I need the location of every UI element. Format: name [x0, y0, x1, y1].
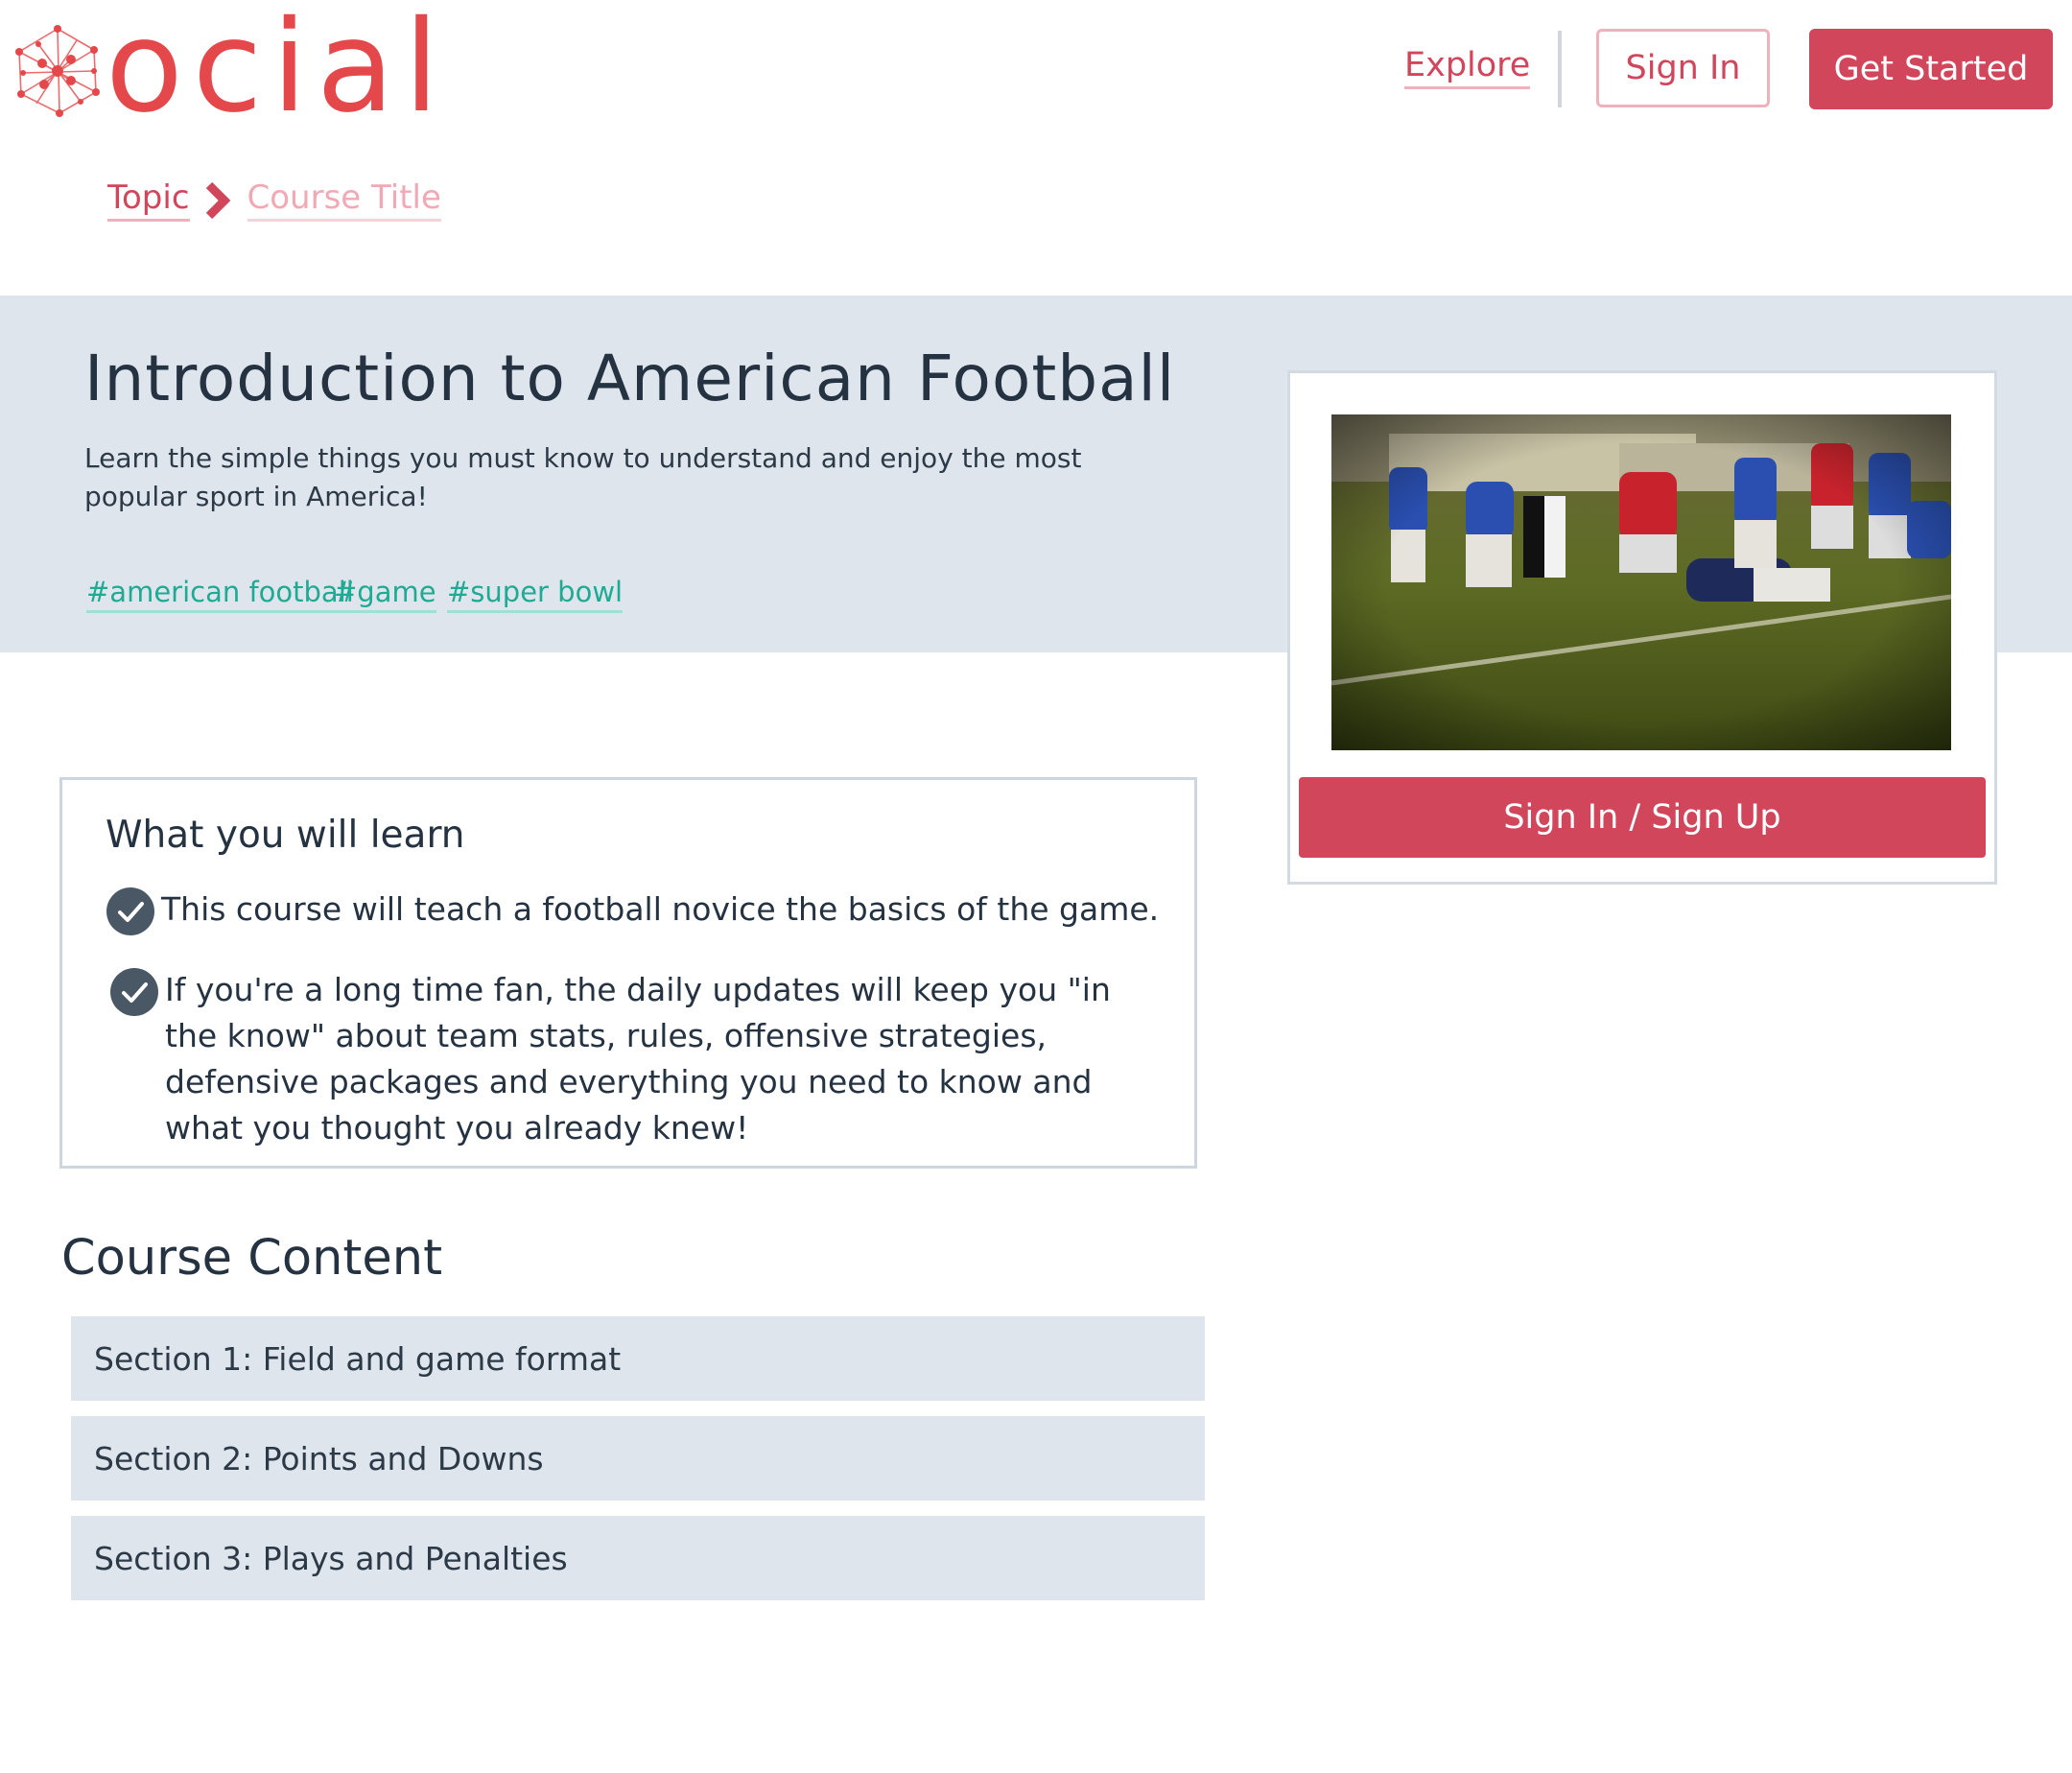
get-started-button[interactable]: Get Started — [1809, 29, 2053, 109]
course-section-row[interactable]: Section 2: Points and Downs — [71, 1416, 1205, 1501]
course-title: Introduction to American Football — [84, 342, 1176, 415]
breadcrumb-current-course[interactable]: Course Title — [247, 178, 441, 222]
check-circle-icon — [110, 968, 158, 1016]
learning-outcome-item: If you're a long time fan, the daily upd… — [165, 971, 1111, 1147]
tag-link[interactable]: #american football — [86, 576, 354, 613]
tag-link[interactable]: #game — [334, 576, 436, 613]
explore-link[interactable]: Explore — [1404, 46, 1531, 89]
course-content-title: Course Content — [61, 1230, 443, 1287]
learning-outcomes-title: What you will learn — [106, 814, 465, 857]
course-description: Learn the simple things you must know to… — [84, 442, 1082, 512]
network-logo-icon — [15, 25, 100, 117]
tag-link[interactable]: #super bowl — [447, 576, 624, 613]
breadcrumb: Topic Course Title — [107, 178, 441, 222]
course-section-row[interactable]: Section 1: Field and game format — [71, 1316, 1205, 1401]
logo-wordmark: ocial — [106, 0, 449, 141]
chevron-right-icon — [205, 181, 230, 219]
learning-outcome-item: This course will teach a football novice… — [161, 890, 1160, 928]
sign-in-sign-up-button[interactable]: Sign In / Sign Up — [1299, 777, 1986, 858]
brand-logo[interactable]: ocial — [13, 4, 449, 130]
course-section-row[interactable]: Section 3: Plays and Penalties — [71, 1516, 1205, 1600]
nav-divider — [1558, 31, 1562, 107]
check-circle-icon — [106, 887, 154, 935]
sign-in-button[interactable]: Sign In — [1596, 29, 1770, 107]
breadcrumb-topic-link[interactable]: Topic — [107, 178, 190, 222]
football-game-image — [1331, 414, 1951, 750]
